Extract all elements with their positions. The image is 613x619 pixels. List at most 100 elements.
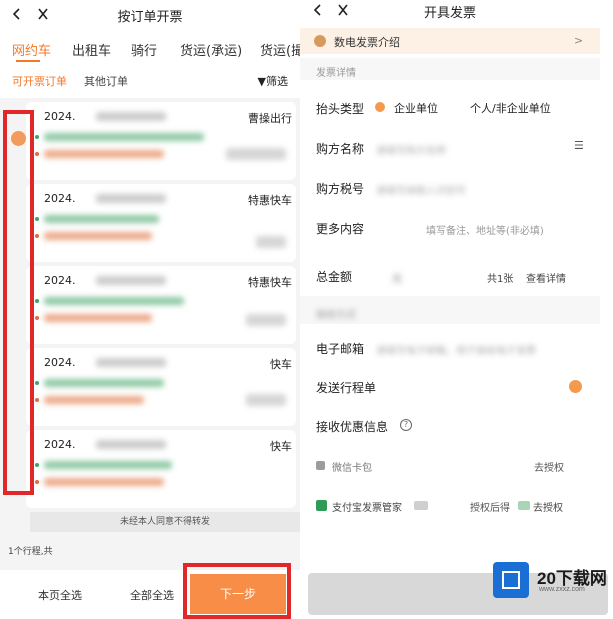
issue-invoice-panel: 开具发票 数电发票介绍 > 发票详情 抬头类型 企业单位 个人/非企业单位 购方… bbox=[300, 0, 613, 619]
start-address-redacted bbox=[44, 215, 159, 223]
end-dot-icon bbox=[35, 398, 39, 402]
order-amount-redacted bbox=[246, 314, 286, 326]
invoice-count: 共1张 bbox=[487, 274, 514, 285]
order-service: 特惠快车 bbox=[248, 276, 292, 289]
top-bar: 按订单开票 bbox=[0, 0, 300, 30]
order-amount-redacted bbox=[226, 148, 286, 160]
option-individual[interactable]: 个人/非企业单位 bbox=[470, 100, 551, 116]
badge-tag bbox=[414, 501, 428, 510]
banner-text: 数电发票介绍 bbox=[334, 36, 400, 49]
alipay-authorize-button[interactable]: 去授权 bbox=[533, 499, 563, 514]
end-dot-icon bbox=[35, 480, 39, 484]
option-enterprise[interactable]: 企业单位 bbox=[394, 100, 438, 116]
wechat-card-icon bbox=[316, 461, 325, 470]
highlight-next-button bbox=[183, 563, 291, 619]
start-dot-icon bbox=[35, 217, 39, 221]
list-icon[interactable]: ☰ bbox=[574, 139, 584, 152]
trip-count: 1个行程,共 bbox=[8, 547, 53, 557]
order-date: 2024. bbox=[44, 274, 76, 287]
page-title: 开具发票 bbox=[423, 6, 476, 21]
order-card[interactable]: 2024. 特惠快车 bbox=[26, 184, 296, 262]
buyer-tax-label: 购方税号 bbox=[316, 182, 365, 196]
start-address-redacted bbox=[44, 297, 184, 305]
order-amount-redacted bbox=[256, 236, 286, 248]
end-address-redacted bbox=[44, 314, 152, 322]
selected-checkbox-icon[interactable] bbox=[11, 131, 26, 146]
order-service: 曹操出行 bbox=[248, 112, 292, 125]
email-input[interactable]: 请填写电子邮箱，用于接收电子发票 bbox=[376, 342, 536, 357]
order-date: 2024. bbox=[44, 110, 76, 123]
start-dot-icon bbox=[35, 381, 39, 385]
receive-promo-label: 接收优惠信息 bbox=[316, 420, 389, 434]
end-dot-icon bbox=[35, 152, 39, 156]
wechat-card-label: 微信卡包 bbox=[332, 463, 372, 474]
badge-tag bbox=[518, 501, 530, 510]
send-itinerary-toggle[interactable] bbox=[569, 380, 582, 393]
end-address-redacted bbox=[44, 478, 164, 486]
tab-freight-carrier[interactable]: 货运(承运) bbox=[180, 40, 242, 59]
category-tabs: 网约车 出租车 骑行 货运(承运) 货运(撮 bbox=[0, 30, 300, 64]
order-card[interactable]: 2024. 快车 bbox=[26, 348, 296, 426]
top-bar: 开具发票 bbox=[300, 0, 613, 24]
end-dot-icon bbox=[35, 234, 39, 238]
buyer-name-input[interactable]: 请填写购方名称 bbox=[376, 142, 446, 157]
tab-ride-hailing[interactable]: 网约车 bbox=[12, 40, 51, 59]
order-time-redacted bbox=[96, 440, 166, 449]
order-subtabs: 可开票订单 其他订单 ▼筛选 bbox=[0, 64, 300, 98]
order-service: 特惠快车 bbox=[248, 194, 292, 207]
tab-cycling[interactable]: 骑行 bbox=[131, 40, 157, 59]
order-card[interactable]: 2024. 特惠快车 bbox=[26, 266, 296, 344]
site-watermark: 20下载网 www.zxxz.com bbox=[493, 562, 613, 602]
forward-notice: 未经本人同意不得转发 bbox=[30, 512, 300, 532]
tab-other-orders[interactable]: 其他订单 bbox=[84, 73, 128, 89]
end-address-redacted bbox=[44, 150, 164, 158]
end-address-redacted bbox=[44, 232, 152, 240]
more-content-label: 更多内容 bbox=[316, 222, 365, 236]
order-card[interactable]: 2024. 曹操出行 bbox=[26, 102, 296, 180]
tab-invoiceable-orders[interactable]: 可开票订单 bbox=[12, 73, 67, 89]
highlight-checkbox-column bbox=[3, 110, 34, 495]
order-time-redacted bbox=[96, 276, 166, 285]
send-itinerary-label: 发送行程单 bbox=[316, 381, 377, 395]
order-time-redacted bbox=[96, 194, 166, 203]
radio-selected-icon[interactable] bbox=[375, 102, 385, 112]
select-all-button[interactable]: 全部全选 bbox=[130, 587, 174, 603]
section-invoice-details: 发票详情 bbox=[316, 68, 356, 79]
filter-button[interactable]: ▼筛选 bbox=[258, 73, 288, 89]
order-card[interactable]: 2024. 快车 bbox=[26, 430, 296, 508]
order-time-redacted bbox=[96, 112, 166, 121]
order-time-redacted bbox=[96, 358, 166, 367]
end-dot-icon bbox=[35, 316, 39, 320]
logo-icon bbox=[493, 562, 529, 598]
order-date: 2024. bbox=[44, 192, 76, 205]
start-dot-icon bbox=[35, 299, 39, 303]
wechat-authorize-button[interactable]: 去授权 bbox=[534, 459, 564, 474]
tab-taxi[interactable]: 出租车 bbox=[72, 40, 111, 59]
start-dot-icon bbox=[35, 463, 39, 467]
order-service: 快车 bbox=[270, 358, 292, 371]
view-detail-link[interactable]: 查看详情 bbox=[526, 270, 566, 285]
email-label: 电子邮箱 bbox=[316, 342, 365, 356]
invoice-info-icon bbox=[314, 35, 326, 47]
watermark-url: www.zxxz.com bbox=[539, 586, 585, 593]
section-receive-method: 接收方式 bbox=[316, 310, 356, 321]
order-invoice-panel: 按订单开票 网约车 出租车 骑行 货运(承运) 货运(撮 可开票订单 其他订单 … bbox=[0, 0, 300, 619]
start-dot-icon bbox=[35, 135, 39, 139]
select-page-button[interactable]: 本页全选 bbox=[38, 587, 82, 603]
more-content-input[interactable]: 填写备注、地址等(非必填) bbox=[426, 222, 544, 237]
buyer-name-label: 购方名称 bbox=[316, 142, 365, 156]
start-address-redacted bbox=[44, 379, 164, 387]
tab-freight-broker[interactable]: 货运(撮 bbox=[260, 40, 300, 59]
header-type-label: 抬头类型 bbox=[316, 102, 365, 116]
info-icon[interactable]: ? bbox=[400, 419, 412, 431]
alipay-auth-status: 授权后得 bbox=[470, 503, 510, 514]
digital-invoice-banner[interactable]: 数电发票介绍 > bbox=[300, 28, 600, 54]
order-service: 快车 bbox=[270, 440, 292, 453]
buyer-tax-input[interactable]: 请填写纳税人识别号 bbox=[376, 182, 466, 197]
total-amount-value: 元 bbox=[392, 274, 402, 285]
start-address-redacted bbox=[44, 461, 172, 469]
alipay-label: 支付宝发票管家 bbox=[332, 503, 402, 514]
end-address-redacted bbox=[44, 396, 144, 404]
chevron-right-icon: > bbox=[574, 34, 584, 47]
order-date: 2024. bbox=[44, 356, 76, 369]
